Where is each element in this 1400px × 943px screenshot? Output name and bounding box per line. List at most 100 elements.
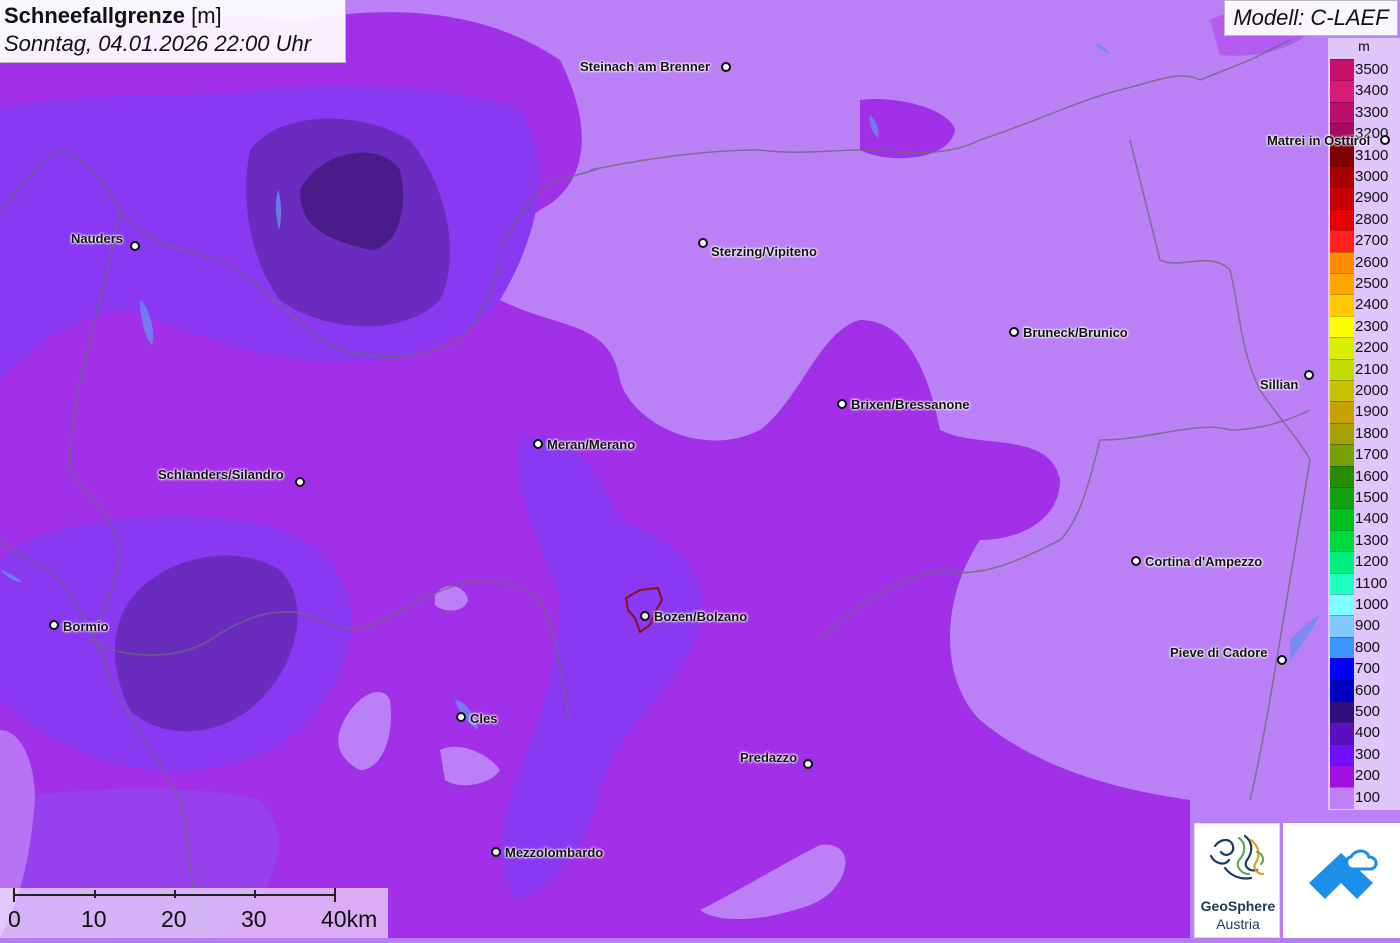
- legend-swatch: [1330, 508, 1354, 531]
- city-marker-bruneck[interactable]: [1009, 327, 1019, 337]
- legend-label: 2500: [1355, 275, 1389, 292]
- geosphere-logo[interactable]: GeoSphere Austria: [1194, 823, 1280, 938]
- scale-label: 20: [161, 906, 187, 932]
- city-marker-brixen[interactable]: [837, 399, 847, 409]
- legend-swatch: [1330, 401, 1354, 424]
- legend-label: 2600: [1355, 253, 1389, 271]
- city-marker-steinach[interactable]: [721, 62, 731, 72]
- legend-swatch: [1330, 551, 1354, 574]
- legend-label: 3300: [1355, 103, 1389, 121]
- legend-label: 1300: [1355, 531, 1389, 549]
- map-title-unit: [m]: [191, 3, 222, 28]
- city-marker-cortina[interactable]: [1131, 556, 1141, 566]
- legend-swatch: [1330, 743, 1354, 766]
- legend-label: 3500: [1355, 61, 1389, 78]
- city-label-schlanders[interactable]: Schlanders/Silandro: [158, 467, 284, 482]
- weather-app-logo[interactable]: [1283, 823, 1400, 938]
- legend-swatch: [1330, 294, 1354, 317]
- scale-tick: [334, 888, 336, 902]
- scale-label: 30: [241, 906, 267, 932]
- geosphere-logo-line1: GeoSphere: [1200, 898, 1276, 914]
- legend-swatch: [1330, 80, 1354, 103]
- legend-swatch: [1330, 208, 1354, 231]
- city-label-cles[interactable]: Cles: [470, 711, 497, 726]
- legend-label: 1800: [1355, 424, 1389, 442]
- city-label-bruneck[interactable]: Bruneck/Brunico: [1023, 325, 1128, 340]
- city-label-brixen[interactable]: Brixen/Bressanone: [851, 397, 970, 412]
- legend-label: 700: [1355, 660, 1381, 678]
- map-datetime: Sonntag, 04.01.2026 22:00 Uhr: [4, 31, 312, 56]
- legend-unit: m: [1358, 38, 1370, 54]
- legend-swatch: [1330, 679, 1354, 702]
- city-label-mezzolombardo[interactable]: Mezzolombardo: [505, 845, 603, 860]
- legend-swatch: [1330, 166, 1354, 188]
- city-label-bozen[interactable]: Bozen/Bolzano: [654, 609, 747, 624]
- model-label: Modell: C-LAEF: [1224, 0, 1398, 36]
- city-label-sillian[interactable]: Sillian: [1260, 377, 1298, 392]
- scale-label: 0: [8, 906, 21, 932]
- legend-swatch: [1330, 380, 1354, 402]
- city-label-nauders[interactable]: Nauders: [71, 231, 123, 246]
- city-marker-bormio[interactable]: [49, 620, 59, 630]
- city-label-meran[interactable]: Meran/Merano: [547, 437, 635, 452]
- legend-swatch: [1330, 187, 1354, 210]
- legend-label: 600: [1355, 681, 1381, 699]
- city-marker-meran[interactable]: [533, 439, 543, 449]
- legend-swatch: [1330, 594, 1354, 616]
- legend-swatch: [1330, 722, 1354, 745]
- legend-label: 2900: [1355, 189, 1389, 207]
- legend-swatch: [1330, 273, 1354, 295]
- legend-swatch: [1330, 230, 1354, 253]
- legend-label: 1600: [1355, 467, 1389, 485]
- scale-tick: [94, 890, 96, 898]
- legend-label: 2800: [1355, 210, 1389, 228]
- city-label-matrei[interactable]: Matrei in Osttirol: [1267, 133, 1370, 148]
- scale-tick: [254, 890, 256, 898]
- legend-swatch: [1330, 765, 1354, 788]
- city-marker-pieve[interactable]: [1277, 655, 1287, 665]
- legend-swatch: [1330, 786, 1354, 809]
- scale-tick: [174, 890, 176, 898]
- city-marker-mezzolombardo[interactable]: [491, 847, 501, 857]
- city-marker-sillian[interactable]: [1304, 370, 1314, 380]
- city-label-steinach[interactable]: Steinach am Brenner: [580, 59, 710, 74]
- city-marker-matrei[interactable]: [1380, 135, 1390, 145]
- legend-label: 2200: [1355, 339, 1389, 357]
- city-marker-schlanders[interactable]: [295, 477, 305, 487]
- legend-label: 2400: [1355, 296, 1389, 314]
- legend-label: 900: [1355, 617, 1381, 635]
- map-title: Schneefallgrenze: [4, 3, 185, 28]
- title-box: Schneefallgrenze [m] Sonntag, 04.01.2026…: [0, 0, 346, 63]
- legend-swatch: [1330, 529, 1354, 552]
- legend-label: 1100: [1355, 574, 1388, 592]
- legend-swatch: [1330, 465, 1354, 488]
- legend-label: 400: [1355, 724, 1381, 742]
- city-marker-sterzing[interactable]: [698, 238, 708, 248]
- legend-swatch: [1330, 487, 1354, 509]
- city-marker-predazzo[interactable]: [803, 759, 813, 769]
- legend-swatch: [1330, 658, 1354, 681]
- legend-swatch: [1330, 358, 1354, 381]
- city-marker-cles[interactable]: [456, 712, 466, 722]
- legend-swatch: [1330, 101, 1354, 124]
- legend-swatch: [1330, 315, 1354, 338]
- scale-label: 10: [81, 906, 107, 932]
- scale-tick: [13, 888, 15, 902]
- city-label-cortina[interactable]: Cortina d'Ampezzo: [1145, 554, 1262, 569]
- legend-label: 3100: [1355, 146, 1389, 164]
- city-label-pieve[interactable]: Pieve di Cadore: [1170, 645, 1268, 660]
- city-label-sterzing[interactable]: Sterzing/Vipiteno: [711, 244, 817, 259]
- city-label-predazzo[interactable]: Predazzo: [740, 750, 797, 765]
- city-marker-bozen[interactable]: [640, 611, 650, 621]
- city-marker-nauders[interactable]: [130, 241, 140, 251]
- legend-swatch: [1330, 444, 1354, 467]
- legend-label: 300: [1355, 745, 1381, 763]
- legend-label: 1700: [1355, 446, 1389, 464]
- legend-label: 100: [1355, 788, 1381, 806]
- legend-label: 800: [1355, 638, 1381, 656]
- legend-label: 2100: [1355, 360, 1389, 378]
- city-label-bormio[interactable]: Bormio: [63, 619, 109, 634]
- legend-swatch: [1330, 59, 1354, 81]
- legend-swatch: [1330, 572, 1354, 595]
- legend-label: 3400: [1355, 82, 1389, 100]
